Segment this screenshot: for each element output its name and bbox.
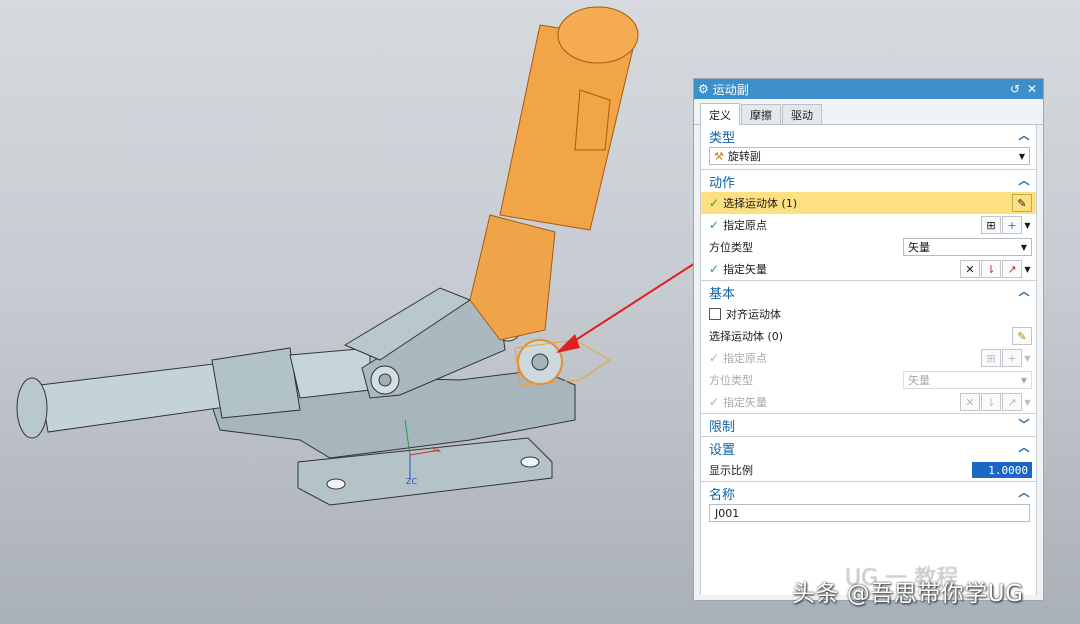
tab-definition[interactable]: 定义 — [700, 103, 740, 125]
align-bodies-row[interactable]: 对齐运动体 — [701, 303, 1036, 325]
axis-label-xc: XC — [432, 446, 441, 454]
chevron-down-icon[interactable]: ▼ — [1023, 216, 1032, 234]
settings-section: 设置 ︿ 显示比例 1.0000 — [701, 437, 1036, 482]
action-select-body-row[interactable]: ✓ 选择运动体 (1) ✎ — [701, 192, 1036, 214]
name-section: 名称 ︿ J001 — [701, 482, 1036, 526]
chevron-down-icon: ▼ — [1020, 242, 1027, 252]
point-dialog-icon[interactable]: ⊞ — [981, 216, 1001, 234]
check-icon: ✓ — [709, 218, 720, 232]
display-scale-row: 显示比例 1.0000 — [701, 459, 1036, 481]
check-icon: ✓ — [709, 351, 720, 365]
check-icon: ✓ — [709, 395, 720, 409]
axis-label-zc: ZC — [406, 477, 417, 486]
base-select-body-row[interactable]: 选择运动体 (0) ✎ — [701, 325, 1036, 347]
chevron-down-icon: ▼ — [1024, 353, 1031, 363]
base-origin-row: ✓ 指定原点 ⊞ + ▼ — [709, 349, 1031, 367]
chevron-up-icon: ︿ — [1018, 486, 1030, 499]
type-section-header[interactable]: 类型 ︿ — [701, 125, 1036, 147]
align-bodies-checkbox[interactable] — [709, 308, 721, 320]
chevron-down-icon: ▼ — [1020, 375, 1027, 385]
action-orient-row: 方位类型 矢量 ▼ — [701, 236, 1036, 258]
pointer-arrow — [567, 255, 707, 346]
joint-dialog: ⚙ 运动副 ↺ ✕ 定义 摩擦 驱动 类型 ︿ ⚒ 旋转副 ▼ 动作 ︿ ✓ 选… — [693, 78, 1044, 601]
vector-inferred-icon[interactable]: ↗ — [1002, 260, 1022, 278]
name-section-header[interactable]: 名称 ︿ — [701, 482, 1036, 504]
action-orient-select[interactable]: 矢量 ▼ — [903, 238, 1032, 256]
select-body-icon[interactable]: ✎ — [1012, 327, 1032, 345]
action-vector-row: ✓ 指定矢量 ✕ ⇂ ↗ ▼ — [709, 260, 1032, 278]
close-icon[interactable]: ✕ — [1025, 82, 1039, 96]
tab-bar: 定义 摩擦 驱动 — [694, 99, 1043, 125]
dialog-titlebar: ⚙ 运动副 ↺ ✕ — [694, 79, 1043, 99]
limits-section: 限制 ﹀ — [701, 414, 1036, 437]
base-section-header[interactable]: 基本 ︿ — [701, 281, 1036, 303]
select-body-icon[interactable]: ✎ — [1012, 194, 1032, 212]
base-orient-row: 方位类型 矢量 ▼ — [701, 369, 1036, 391]
rod-end — [16, 377, 48, 439]
base-vector-row: ✓ 指定矢量 ✕ ⇂ ↗ ▼ — [709, 393, 1031, 411]
check-icon: ✓ — [709, 196, 720, 210]
plate-hole-left — [326, 478, 346, 490]
reset-icon[interactable]: ↺ — [1008, 82, 1022, 96]
chevron-down-icon: ﹀ — [1018, 418, 1030, 431]
point-dialog-icon: ⊞ — [981, 349, 1001, 367]
plunger-sleeve — [211, 347, 301, 419]
reverse-direction-icon[interactable]: ✕ — [960, 260, 980, 278]
chevron-up-icon: ︿ — [1018, 285, 1030, 298]
vector-dialog-icon: ⇂ — [981, 393, 1001, 411]
settings-section-header[interactable]: 设置 ︿ — [701, 437, 1036, 459]
chevron-down-icon[interactable]: ▼ — [1023, 260, 1032, 278]
action-origin-row: ✓ 指定原点 ⊞ + ▼ — [709, 216, 1032, 234]
chevron-up-icon: ︿ — [1018, 174, 1030, 187]
joint-name-input[interactable]: J001 — [709, 504, 1030, 522]
vector-dialog-icon[interactable]: ⇂ — [981, 260, 1001, 278]
joint-type-select[interactable]: ⚒ 旋转副 ▼ — [709, 147, 1030, 165]
rod-mid — [289, 347, 371, 399]
point-inferred-icon: + — [1002, 349, 1022, 367]
chevron-down-icon: ▼ — [1018, 151, 1025, 161]
chevron-up-icon: ︿ — [1018, 129, 1030, 142]
plate-hole-right — [520, 456, 540, 468]
reverse-direction-icon: ✕ — [960, 393, 980, 411]
chevron-down-icon: ▼ — [1024, 397, 1031, 407]
dialog-body: 类型 ︿ ⚒ 旋转副 ▼ 动作 ︿ ✓ 选择运动体 (1) ✎ ✓ 指定原点 ⊞… — [700, 125, 1037, 595]
action-section-header[interactable]: 动作 ︿ — [701, 170, 1036, 192]
plunger-rod — [39, 361, 241, 433]
gear-icon: ⚙ — [698, 82, 709, 96]
revolute-icon: ⚒ — [714, 149, 724, 163]
type-section: 类型 ︿ ⚒ 旋转副 ▼ — [701, 125, 1036, 170]
display-scale-input[interactable]: 1.0000 — [972, 462, 1032, 478]
limits-section-header[interactable]: 限制 ﹀ — [701, 414, 1036, 436]
watermark: 头条 @吾思带你学UG — [792, 581, 1024, 607]
handle-knob — [557, 6, 639, 64]
dialog-title: 运动副 — [712, 82, 749, 97]
tab-driver[interactable]: 驱动 — [782, 104, 822, 124]
vector-inferred-icon: ↗ — [1002, 393, 1022, 411]
check-icon: ✓ — [709, 262, 720, 276]
tab-friction[interactable]: 摩擦 — [741, 104, 781, 124]
point-inferred-icon[interactable]: + — [1002, 216, 1022, 234]
chevron-up-icon: ︿ — [1018, 441, 1030, 454]
action-section: 动作 ︿ ✓ 选择运动体 (1) ✎ ✓ 指定原点 ⊞ + ▼ 方位类型 矢量 ▼ — [701, 170, 1036, 281]
base-section: 基本 ︿ 对齐运动体 选择运动体 (0) ✎ ✓ 指定原点 ⊞ + ▼ 方位类型 … — [701, 281, 1036, 414]
base-orient-select: 矢量 ▼ — [903, 371, 1032, 389]
